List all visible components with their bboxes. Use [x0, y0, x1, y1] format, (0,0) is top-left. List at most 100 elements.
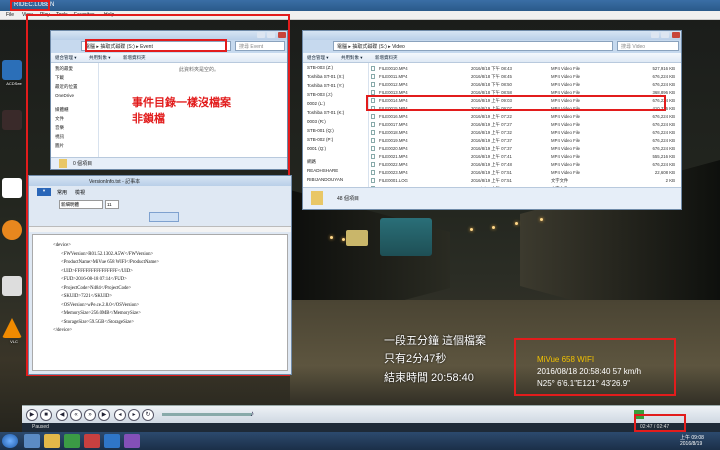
- new-folder-button[interactable]: 新增資料夾: [375, 55, 398, 61]
- file-size: 22,608 KB: [654, 170, 675, 175]
- file-row[interactable]: FILE0016.MP4 2016/8/19 上午 07:22 MP4 Video …: [369, 113, 681, 120]
- file-icon: [371, 146, 375, 151]
- document-area[interactable]: <device> <FWVersion>R01.52.1302.A5W</FWVe…: [32, 234, 288, 371]
- file-row[interactable]: FILE0012.MP4 2016/8/18 下午 08:50 MP4 Video …: [369, 81, 681, 88]
- nav-item[interactable]: 音樂: [55, 125, 64, 131]
- nav-item[interactable]: STB-003 (J:): [307, 92, 333, 97]
- file-date: 2016/8/19 上午 07:32: [471, 130, 512, 135]
- rewind-button[interactable]: «: [70, 409, 82, 421]
- nav-item[interactable]: 我的最愛: [55, 66, 73, 72]
- taskbar-app[interactable]: [124, 434, 140, 448]
- nav-item[interactable]: 0003 (R:): [307, 119, 326, 124]
- nav-item[interactable]: STB-001 (Q:): [307, 128, 334, 133]
- share-button[interactable]: 共用對象 ▾: [89, 55, 111, 61]
- osd-datetime: 2016/08/18 20:58:40 57 km/h: [537, 367, 642, 376]
- close-icon[interactable]: [672, 32, 680, 38]
- text-line: <OSVersion>wPe.ce.2.8.0</OSVersion>: [61, 302, 140, 308]
- nav-item[interactable]: 下載: [55, 75, 64, 81]
- file-name: FILE0001.LOG: [379, 178, 408, 183]
- tab-home[interactable]: 常用: [57, 189, 67, 196]
- desktop-icon-file[interactable]: [2, 276, 22, 296]
- size-select[interactable]: 11: [105, 200, 119, 209]
- nav-item[interactable]: Toshiba ST-01 (Y:): [307, 83, 344, 88]
- tab-view[interactable]: 檢視: [75, 189, 85, 196]
- player-titlebar: RIDEC.LUBEN: [0, 0, 720, 11]
- close-icon[interactable]: [278, 32, 286, 38]
- nav-item[interactable]: 0002 (L:): [307, 101, 325, 106]
- text-line: <SKUID>7221</SKUID>: [61, 294, 113, 299]
- nav-item[interactable]: STB-002 (P:): [307, 137, 333, 142]
- file-row[interactable]: FILE0010.MP4 2016/8/18 下午 08:43 MP4 Video …: [369, 65, 681, 72]
- file-row[interactable]: FILE0001.LOG 2016/8/19 上午 07:51 文字文件 2 KB: [369, 177, 681, 184]
- share-button[interactable]: 共用對象 ▾: [341, 55, 363, 61]
- file-size: 676,224 KB: [652, 74, 675, 79]
- file-name: FILE0011.MP4: [379, 74, 408, 79]
- desktop-icon-zenit[interactable]: [2, 110, 22, 130]
- volume-slider[interactable]: [162, 413, 252, 416]
- file-row[interactable]: FILE0011.MP4 2016/8/18 下午 08:45 MP4 Video …: [369, 73, 681, 80]
- nav-pane: 我的最愛 下載 最近的位置 OneDrive 媒體櫃 文件 音樂 視訊 圖片: [51, 63, 99, 157]
- desktop-icon-acdsee[interactable]: [2, 60, 22, 80]
- nav-item[interactable]: Toshiba ST-01 (X:): [307, 74, 344, 79]
- nav-item[interactable]: 0001 (Q:): [307, 146, 326, 151]
- clock-time[interactable]: 上午 09:08: [680, 434, 704, 441]
- nav-item[interactable]: 媒體櫃: [55, 107, 69, 113]
- file-row[interactable]: FILE0020.MP4 2016/8/19 上午 07:37 MP4 Video …: [369, 145, 681, 152]
- nav-item[interactable]: 文件: [55, 116, 64, 122]
- taskbar-app[interactable]: [104, 434, 120, 448]
- stop-button[interactable]: ■: [40, 409, 52, 421]
- notepad-window: VersionInfo.txt - 記事本 ▾ 常用 檢視 新細明體 11 <d…: [28, 175, 292, 375]
- file-row[interactable]: FILE0021.MP4 2016/8/19 上午 07:41 MP4 Video …: [369, 153, 681, 160]
- fastforward-button[interactable]: »: [84, 409, 96, 421]
- taskbar-app[interactable]: [24, 434, 40, 448]
- address-bar[interactable]: 電腦 ▸ 抽取式磁碟 (S:) ▸ Video: [333, 41, 613, 51]
- nav-item[interactable]: 最近的位置: [55, 84, 78, 90]
- start-button[interactable]: [2, 434, 18, 448]
- file-row[interactable]: FILE0017.MP4 2016/8/19 上午 07:27 MP4 Video …: [369, 121, 681, 128]
- taskbar: 上午 09:08 2016/8/19: [0, 432, 720, 450]
- new-folder-button[interactable]: 新增資料夾: [123, 55, 146, 61]
- nav-item[interactable]: 網路: [307, 159, 316, 165]
- speaker-icon[interactable]: ♪: [250, 409, 262, 421]
- taskbar-app[interactable]: [64, 434, 80, 448]
- menu-file[interactable]: File: [6, 12, 14, 18]
- file-type: MP4 Video File: [551, 66, 581, 71]
- file-row[interactable]: FILE0018.MP4 2016/8/19 上午 07:32 MP4 Video …: [369, 129, 681, 136]
- organize-button[interactable]: 組合管理 ▾: [307, 55, 329, 61]
- search-input[interactable]: 搜尋 Event: [235, 41, 285, 51]
- nav-item[interactable]: Toshiba ST-01 (K:): [307, 110, 344, 115]
- file-icon: [371, 114, 375, 119]
- align-buttons[interactable]: [149, 212, 179, 222]
- taskbar-app[interactable]: [84, 434, 100, 448]
- frame-forward-button[interactable]: ▸: [128, 409, 140, 421]
- nav-item[interactable]: RIBIJANDOUYAN: [307, 177, 343, 182]
- file-list[interactable]: FILE0010.MP4 2016/8/18 下午 08:43 MP4 Video …: [369, 63, 681, 197]
- organize-button[interactable]: 組合管理 ▾: [55, 55, 77, 61]
- prev-button[interactable]: ◀: [56, 409, 68, 421]
- file-row[interactable]: FILE0023.MP4 2016/8/19 上午 07:51 MP4 Video …: [369, 169, 681, 176]
- desktop-icon-doc[interactable]: [2, 178, 22, 198]
- folder-icon: [59, 159, 67, 168]
- file-type: MP4 Video File: [551, 122, 581, 127]
- taskbar-app[interactable]: [44, 434, 60, 448]
- file-date: 2016/8/19 上午 07:22: [471, 114, 512, 119]
- nav-item[interactable]: READHSHARE: [307, 168, 338, 173]
- play-button[interactable]: ▶: [26, 409, 38, 421]
- explorer-video-window: 電腦 ▸ 抽取式磁碟 (S:) ▸ Video 搜尋 Video 組合管理 ▾ …: [302, 30, 682, 210]
- nav-item[interactable]: 視訊: [55, 134, 64, 140]
- clock-date[interactable]: 2016/8/19: [680, 441, 702, 447]
- file-area[interactable]: 此資料夾是空的。: [99, 63, 287, 157]
- file-tab[interactable]: ▾: [37, 188, 51, 196]
- next-button[interactable]: ▶: [98, 409, 110, 421]
- nav-item[interactable]: STB-003 (Z:): [307, 65, 333, 70]
- file-row[interactable]: FILE0019.MP4 2016/8/19 上午 07:37 MP4 Video …: [369, 137, 681, 144]
- search-input[interactable]: 搜尋 Video: [617, 41, 679, 51]
- frame-back-button[interactable]: ◂: [114, 409, 126, 421]
- desktop-icon-app[interactable]: [2, 220, 22, 240]
- annotation-text: 非鎖檔: [132, 113, 165, 125]
- font-select[interactable]: 新細明體: [59, 200, 103, 209]
- nav-item[interactable]: 圖片: [55, 143, 64, 149]
- nav-item[interactable]: OneDrive: [55, 93, 74, 98]
- loop-button[interactable]: ↻: [142, 409, 154, 421]
- file-row[interactable]: FILE0022.MP4 2016/8/19 上午 07:48 MP4 Video …: [369, 161, 681, 168]
